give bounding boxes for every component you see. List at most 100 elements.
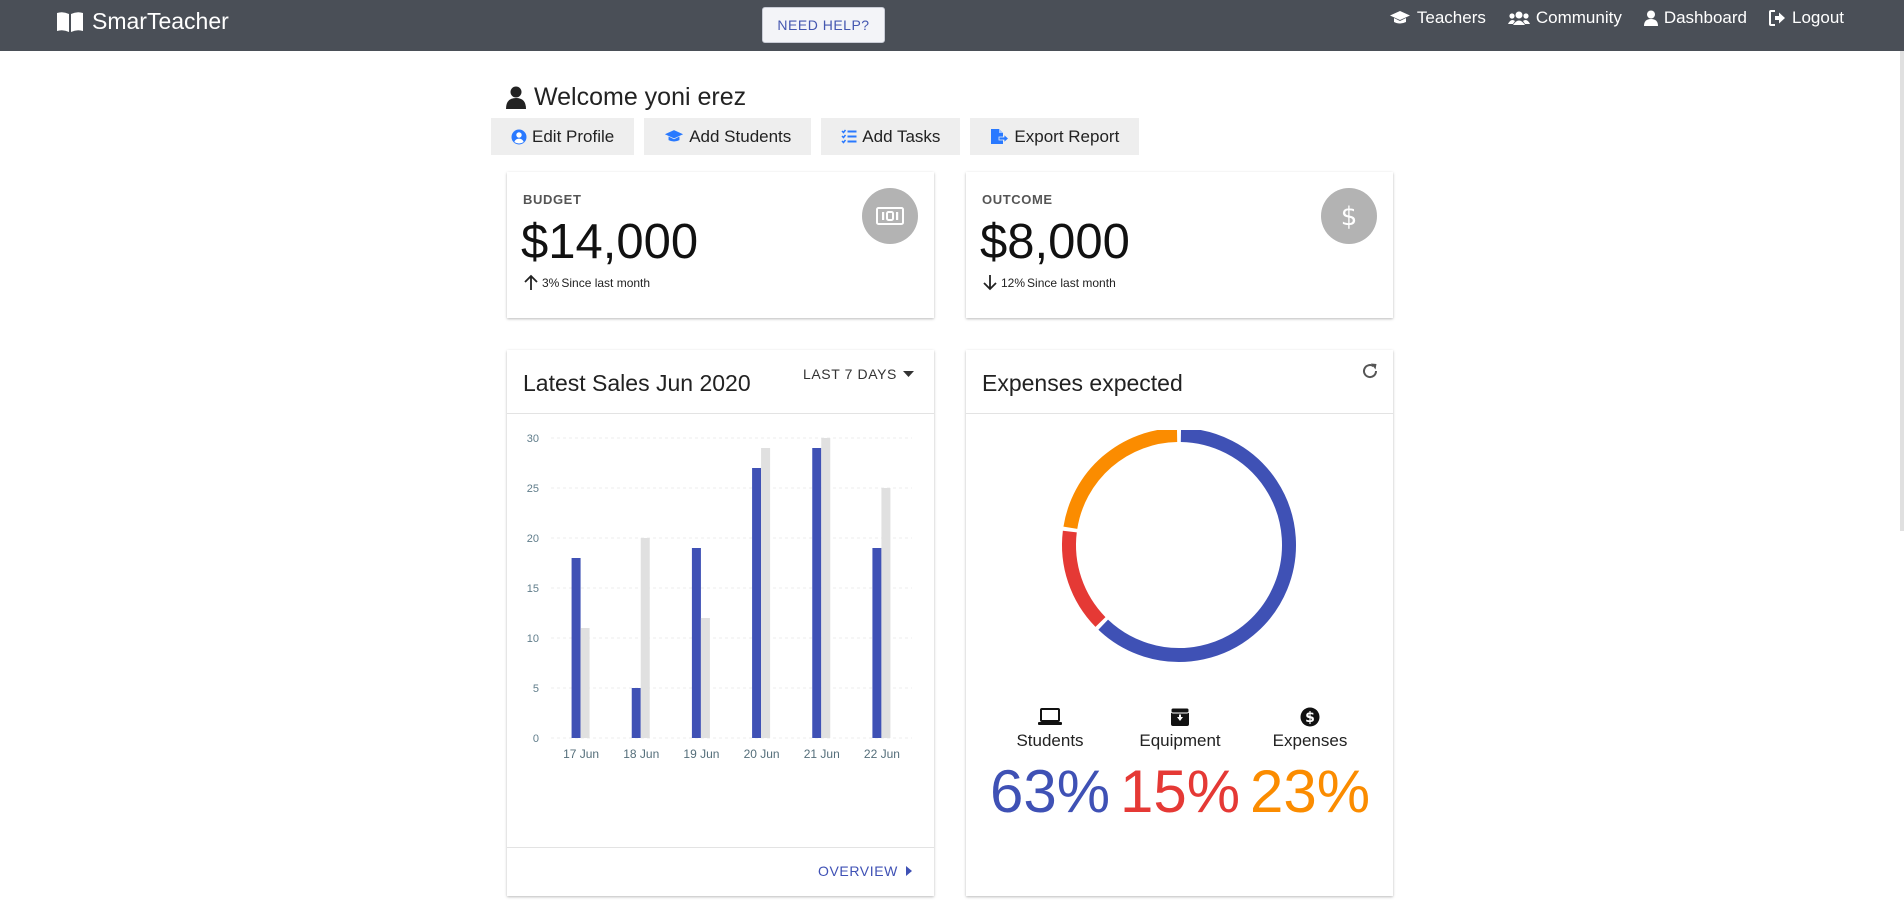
page-scrollbar[interactable]	[1900, 51, 1904, 531]
button-label: Export Report	[1014, 126, 1120, 146]
bar[interactable]	[580, 628, 590, 738]
bar[interactable]	[872, 548, 882, 738]
y-tick-label: 0	[533, 733, 539, 745]
doughnut-slice[interactable]	[1098, 430, 1296, 662]
button-label: Add Tasks	[862, 126, 941, 146]
user-icon	[506, 86, 526, 109]
bar[interactable]	[761, 448, 771, 738]
y-tick-label: 25	[527, 483, 539, 495]
doughnut-slice[interactable]	[1063, 430, 1178, 529]
legend-equipment: Equipment 15%	[1110, 705, 1250, 826]
x-tick-label: 22 Jun	[864, 747, 900, 761]
y-tick-label: 15	[527, 583, 539, 595]
edit-profile-button[interactable]: Edit Profile	[491, 118, 635, 155]
bar[interactable]	[821, 438, 831, 738]
y-tick-label: 20	[527, 533, 539, 545]
nav-label: Community	[1535, 8, 1622, 27]
caret-down-icon	[903, 370, 914, 377]
x-tick-label: 20 Jun	[744, 747, 780, 761]
stat-value: $8,000	[980, 215, 1130, 269]
overview-link[interactable]: OVERVIEW	[818, 863, 912, 879]
nav-label: Teachers	[1416, 8, 1486, 27]
refresh-button[interactable]	[1361, 362, 1379, 385]
outcome-card: OUTCOME $8,000 12% Since last month $	[966, 172, 1393, 318]
legend-label: Students	[1016, 731, 1084, 750]
stat-trend: 3% Since last month	[523, 274, 650, 291]
user-circle-icon	[511, 129, 527, 144]
legend-value: 23%	[1249, 758, 1371, 825]
action-bar: Edit Profile Add Students Add Tasks Expo…	[491, 118, 1140, 155]
expenses-card: Expenses expected Students 63% Equipment…	[966, 350, 1393, 896]
bar[interactable]	[691, 548, 701, 738]
x-tick-label: 19 Jun	[683, 747, 719, 761]
dollar-icon: $	[1321, 188, 1377, 244]
divider	[966, 413, 1393, 414]
add-students-button[interactable]: Add Students	[644, 118, 812, 155]
book-open-icon	[57, 11, 83, 32]
bar[interactable]	[700, 618, 710, 738]
bar[interactable]	[631, 688, 641, 738]
welcome-heading: Welcome yoni erez	[506, 83, 746, 112]
arrow-down-icon	[983, 275, 997, 291]
doughnut-slice[interactable]	[1062, 530, 1106, 627]
svg-text:$: $	[1341, 202, 1358, 231]
brand[interactable]: SmarTeacher	[56, 8, 229, 35]
dollar-circle-icon: $	[1240, 705, 1380, 729]
trend-text: Since last month	[1027, 275, 1116, 290]
nav-logout[interactable]: Logout	[1769, 8, 1844, 28]
nav-label: Logout	[1792, 8, 1844, 27]
add-tasks-button[interactable]: Add Tasks	[821, 118, 961, 155]
top-navbar: SmarTeacher NEED HELP? Teachers Communit…	[0, 0, 1904, 51]
main-nav: Teachers Community Dashboard Logout	[1389, 8, 1844, 28]
trend-text: Since last month	[561, 275, 651, 290]
budget-card: BUDGET $14,000 3% Since last month	[507, 172, 934, 318]
task-list-icon	[841, 129, 857, 144]
bar[interactable]	[752, 468, 762, 738]
nav-teachers[interactable]: Teachers	[1389, 8, 1486, 28]
bar[interactable]	[812, 448, 822, 738]
nav-dashboard[interactable]: Dashboard	[1643, 8, 1747, 28]
archive-icon	[1110, 705, 1250, 729]
button-label: Add Students	[689, 126, 792, 146]
y-tick-label: 10	[527, 633, 539, 645]
file-export-icon	[991, 129, 1010, 144]
user-icon	[1643, 10, 1658, 26]
legend-students: Students 63%	[980, 705, 1120, 826]
bar[interactable]	[881, 488, 891, 738]
x-tick-label: 18 Jun	[623, 747, 659, 761]
sales-card: Latest Sales Jun 2020 LAST 7 DAYS 0 5 10 15…	[507, 350, 934, 896]
y-tick-label: 30	[527, 433, 539, 445]
export-report-button[interactable]: Export Report	[970, 118, 1140, 155]
legend-label: Equipment	[1139, 731, 1221, 750]
trend-percent: 12%	[1001, 275, 1026, 290]
brand-title: SmarTeacher	[92, 8, 229, 34]
nav-community[interactable]: Community	[1507, 8, 1622, 28]
svg-text:$: $	[1305, 710, 1315, 726]
graduation-cap-icon	[1389, 11, 1410, 24]
nav-label: Dashboard	[1663, 8, 1747, 27]
money-bill-icon	[862, 188, 918, 244]
arrow-up-icon	[524, 274, 538, 290]
users-icon	[1507, 11, 1530, 25]
range-label: LAST 7 DAYS	[802, 366, 897, 382]
bar[interactable]	[571, 558, 581, 738]
card-title: Latest Sales Jun 2020	[523, 370, 751, 396]
stat-value: $14,000	[521, 215, 699, 269]
sign-out-icon	[1769, 10, 1785, 26]
divider	[507, 847, 934, 848]
graduation-cap-icon	[665, 130, 684, 142]
overview-label: OVERVIEW	[817, 863, 898, 879]
legend-value: 15%	[1119, 758, 1241, 825]
bar[interactable]	[640, 538, 650, 738]
y-tick-label: 5	[533, 683, 539, 695]
stat-label: BUDGET	[523, 192, 582, 207]
welcome-text: Welcome yoni erez	[534, 83, 747, 111]
range-dropdown[interactable]: LAST 7 DAYS	[803, 366, 914, 382]
x-tick-label: 21 Jun	[804, 747, 840, 761]
x-tick-label: 17 Jun	[563, 747, 599, 761]
caret-right-icon	[906, 866, 912, 876]
card-title: Expenses expected	[982, 370, 1183, 396]
button-label: Edit Profile	[532, 126, 615, 146]
need-help-button[interactable]: NEED HELP?	[762, 7, 885, 43]
refresh-icon	[1363, 363, 1378, 379]
